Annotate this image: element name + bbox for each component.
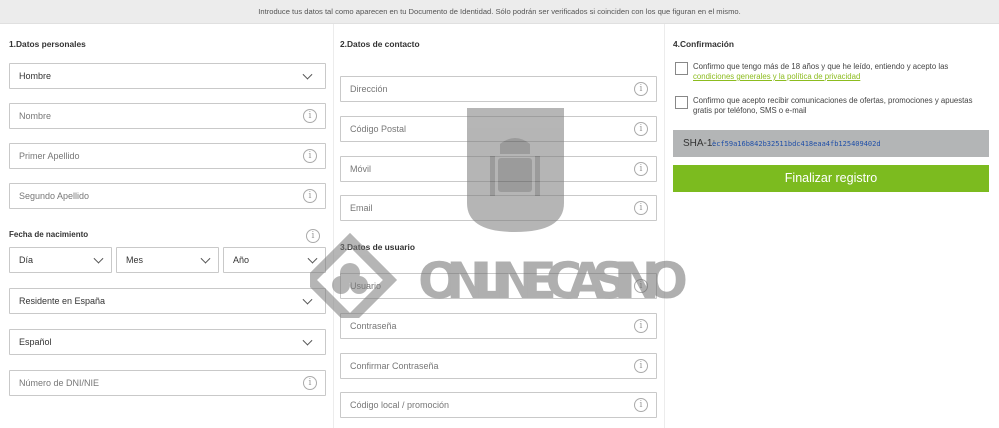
info-icon[interactable]: i <box>634 319 648 333</box>
mobile-placeholder: Móvil <box>350 164 372 174</box>
chevron-down-icon <box>200 253 211 264</box>
gender-select[interactable]: Hombre <box>9 63 326 89</box>
promo-code-placeholder: Código local / promoción <box>350 400 450 410</box>
sha-label: SHA-1: <box>683 138 716 149</box>
password-input[interactable]: Contraseña i <box>340 313 657 339</box>
password-placeholder: Contraseña <box>350 321 397 331</box>
finish-registration-button[interactable]: Finalizar registro <box>673 165 989 192</box>
terms-link[interactable]: condiciones generales y la política de p… <box>693 72 860 81</box>
gender-value: Hombre <box>19 71 52 81</box>
birth-month-select[interactable]: Mes <box>116 247 219 273</box>
username-placeholder: Usuario <box>350 281 382 291</box>
birth-day-value: Día <box>19 255 34 265</box>
chevron-down-icon <box>302 69 313 80</box>
info-icon[interactable]: i <box>634 398 648 412</box>
sha-value: ecf59a16b842b32511bdc418eaa4fb125409402d <box>712 140 881 148</box>
info-icon[interactable]: i <box>306 229 320 243</box>
second-surname-placeholder: Segundo Apellido <box>19 191 90 201</box>
info-icon[interactable]: i <box>634 201 648 215</box>
dni-input[interactable]: Número de DNI/NIE i <box>9 370 326 396</box>
username-input[interactable]: Usuario i <box>340 273 657 299</box>
second-surname-input[interactable]: Segundo Apellido i <box>9 183 326 209</box>
info-icon[interactable]: i <box>303 189 317 203</box>
name-placeholder: Nombre <box>19 111 52 121</box>
section-title-personal: 1.Datos personales <box>9 39 86 49</box>
residence-select[interactable]: Residente en España <box>9 288 326 314</box>
info-icon[interactable]: i <box>634 122 648 136</box>
info-icon[interactable]: i <box>634 82 648 96</box>
first-surname-input[interactable]: Primer Apellido i <box>9 143 326 169</box>
info-icon[interactable]: i <box>303 149 317 163</box>
address-input[interactable]: Dirección i <box>340 76 657 102</box>
name-input[interactable]: Nombre i <box>9 103 326 129</box>
birth-year-value: Año <box>233 255 250 265</box>
terms-checkbox[interactable] <box>675 62 688 75</box>
section-title-contact: 2.Datos de contacto <box>340 39 420 49</box>
mobile-input[interactable]: Móvil i <box>340 156 657 182</box>
confirm-password-input[interactable]: Confirmar Contraseña i <box>340 353 657 379</box>
sha-box: SHA-1: ecf59a16b842b32511bdc418eaa4fb125… <box>673 130 989 157</box>
first-surname-placeholder: Primer Apellido <box>19 151 80 161</box>
chevron-down-icon <box>93 253 104 264</box>
terms-text-body: Confirmo que tengo más de 18 años y que … <box>693 62 949 71</box>
birth-month-value: Mes <box>126 255 144 265</box>
postal-code-placeholder: Código Postal <box>350 124 407 134</box>
info-icon[interactable]: i <box>303 376 317 390</box>
chevron-down-icon <box>302 335 313 346</box>
promo-code-input[interactable]: Código local / promoción i <box>340 392 657 418</box>
identity-notice: Introduce tus datos tal como aparecen en… <box>0 0 999 24</box>
nationality-value: Español <box>19 337 52 347</box>
residence-value: Residente en España <box>19 296 106 306</box>
email-input[interactable]: Email i <box>340 195 657 221</box>
dni-placeholder: Número de DNI/NIE <box>19 378 100 388</box>
info-icon[interactable]: i <box>634 359 648 373</box>
birth-date-label: Fecha de nacimiento <box>9 230 89 239</box>
postal-code-input[interactable]: Código Postal i <box>340 116 657 142</box>
section-title-confirmation: 4.Confirmación <box>673 39 734 49</box>
birth-day-select[interactable]: Día <box>9 247 112 273</box>
info-icon[interactable]: i <box>634 279 648 293</box>
marketing-text: Confirmo que acepto recibir comunicacion… <box>693 96 973 115</box>
nationality-select[interactable]: Español <box>9 329 326 355</box>
birth-year-select[interactable]: Año <box>223 247 326 273</box>
marketing-checkbox[interactable] <box>675 96 688 109</box>
info-icon[interactable]: i <box>634 162 648 176</box>
terms-text: Confirmo que tengo más de 18 años y que … <box>693 62 985 82</box>
info-icon[interactable]: i <box>303 109 317 123</box>
confirm-password-placeholder: Confirmar Contraseña <box>350 361 439 371</box>
column-divider <box>333 24 334 428</box>
address-placeholder: Dirección <box>350 84 388 94</box>
section-title-user: 3.Datos de usuario <box>340 242 415 252</box>
email-placeholder: Email <box>350 203 373 213</box>
column-divider <box>664 24 665 428</box>
chevron-down-icon <box>307 253 318 264</box>
chevron-down-icon <box>302 294 313 305</box>
